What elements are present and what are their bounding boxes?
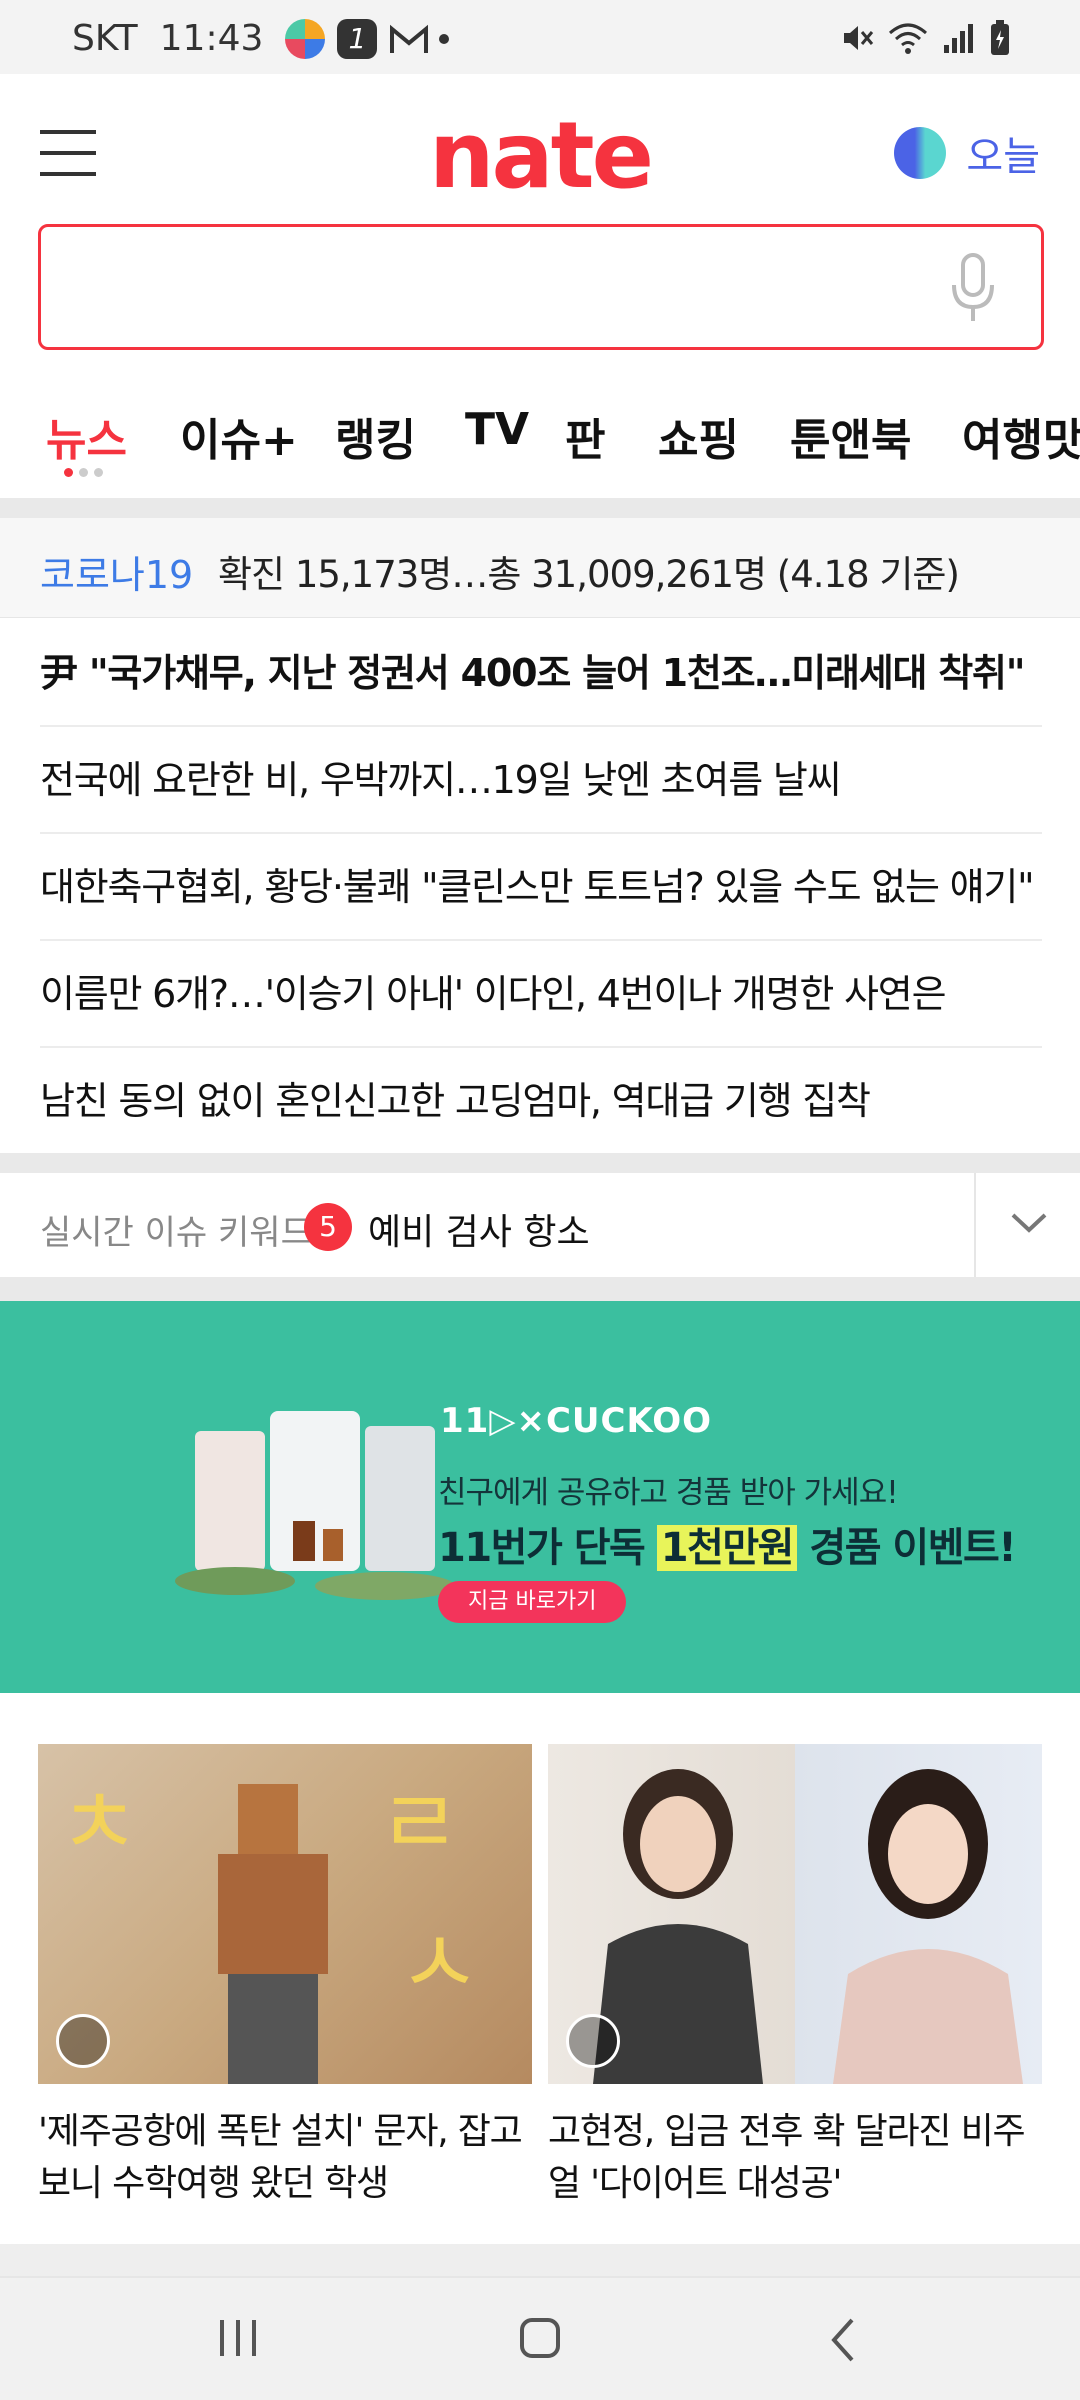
news-card[interactable]: ㅊ ㄹ ㅅ '제주공항에 폭탄 설치' 문자, 잡고보니 수학여행 왔던 학생 — [38, 1744, 532, 2210]
microphone-icon[interactable] — [949, 253, 997, 323]
tab-news[interactable]: 뉴스 — [46, 404, 127, 468]
battery-icon — [991, 20, 1009, 55]
search-box — [38, 224, 1044, 350]
tab-toon-book[interactable]: 툰앤북 — [790, 404, 911, 468]
ad-line1: 친구에게 공유하고 경품 받아 가세요! — [438, 1475, 899, 1511]
headline-item[interactable]: 尹 "국가채무, 지난 정권서 400조 늘어 1천조…미래세대 착취" — [40, 620, 1042, 727]
ad-headline: 11번가 단독 1천만원 경품 이벤트! — [438, 1525, 1017, 1571]
gallery-icon — [56, 2014, 110, 2068]
ad-brand: 11▷×CUCKOO — [440, 1401, 713, 1441]
card-thumbnail: ㅊ ㄹ ㅅ — [38, 1744, 532, 2084]
browser-app-icon — [285, 18, 326, 59]
category-tabs: 뉴스 이슈+ 랭킹 TV 판 쇼핑 툰앤북 여행맛 — [0, 390, 1080, 500]
carrier-label: SKT — [72, 18, 138, 59]
divider — [0, 2244, 1080, 2276]
divider — [0, 1153, 1080, 1173]
realtime-keyword-bar[interactable]: 실시간 이슈 키워드 5 예비 검사 항소 — [0, 1173, 1080, 1277]
keyword-rank-badge: 5 — [304, 1203, 352, 1251]
svg-text:ㄹ: ㄹ — [378, 1771, 461, 1876]
card-thumbnail — [548, 1744, 1042, 2084]
ad-highlight: 1천만원 — [656, 1525, 797, 1571]
search-input[interactable] — [65, 247, 945, 327]
spacer — [0, 1693, 1080, 1743]
covid-banner[interactable]: 코로나19 확진 15,173명…총 31,009,261명 (4.18 기준) — [0, 518, 1080, 618]
clock: 11:43 — [159, 18, 264, 59]
headline-item[interactable]: 전국에 요란한 비, 우박까지…19일 낮엔 초여름 날씨 — [40, 727, 1042, 834]
mute-icon — [844, 26, 874, 50]
wifi-icon — [889, 23, 927, 54]
chevron-down-icon — [1011, 1213, 1047, 1233]
tab-ranking[interactable]: 랭킹 — [335, 404, 416, 468]
status-bar: SKT 11:43 1 — [0, 0, 1080, 74]
back-icon[interactable] — [826, 2316, 858, 2364]
notification-one-icon: 1 — [337, 18, 378, 59]
keyword-expand-button[interactable] — [974, 1173, 1080, 1277]
keyword-text: 예비 검사 항소 — [368, 1212, 590, 1253]
tab-travel-food[interactable]: 여행맛 — [962, 404, 1080, 468]
news-card[interactable]: 고현정, 입금 전후 확 달라진 비주얼 '다이어트 대성공' — [548, 1744, 1042, 2210]
more-notifications-icon — [439, 33, 450, 44]
svg-text:ㅊ: ㅊ — [58, 1771, 141, 1876]
tab-pann[interactable]: 판 — [565, 404, 605, 468]
home-icon[interactable] — [518, 2316, 562, 2360]
svg-text:ㅅ: ㅅ — [398, 1911, 481, 2016]
play-icon[interactable] — [566, 2014, 620, 2068]
covid-label: 코로나19 — [40, 553, 194, 597]
headline-list: 尹 "국가채무, 지난 정권서 400조 늘어 1천조…미래세대 착취" 전국에… — [40, 620, 1042, 1155]
system-nav-bar — [0, 2276, 1080, 2400]
divider — [0, 1277, 1080, 1301]
today-button[interactable]: 오늘 — [894, 124, 1040, 182]
headline-item[interactable]: 대한축구협회, 황당·불쾌 "클린스만 토트넘? 있을 수도 없는 얘기" — [40, 834, 1042, 941]
headline-item[interactable]: 이름만 6개?…'이승기 아내' 이다인, 4번이나 개명한 사연은 — [40, 941, 1042, 1048]
ad-banner[interactable]: 11▷×CUCKOO 친구에게 공유하고 경품 받아 가세요! 11번가 단독 … — [0, 1301, 1080, 1693]
keyword-label: 실시간 이슈 키워드 — [40, 1213, 312, 1253]
pixelated-photo: ㅊ ㄹ ㅅ — [58, 1771, 481, 2084]
tab-tv[interactable]: TV — [465, 404, 529, 455]
divider — [0, 498, 1080, 518]
recent-apps-icon[interactable] — [216, 2316, 260, 2360]
tab-page-indicator — [64, 468, 109, 477]
tab-shopping[interactable]: 쇼핑 — [658, 404, 739, 468]
celebrity-photo — [593, 1769, 1023, 2084]
ad-cta-button[interactable]: 지금 바로가기 — [438, 1581, 627, 1623]
card-title: 고현정, 입금 전후 확 달라진 비주얼 '다이어트 대성공' — [548, 2111, 1026, 2204]
headline-item[interactable]: 남친 동의 없이 혼인신고한 고딩엄마, 역대급 기행 집착 — [40, 1048, 1042, 1155]
water-purifier-image — [175, 1411, 455, 1600]
gmail-icon — [390, 24, 429, 53]
card-title: '제주공항에 폭탄 설치' 문자, 잡고보니 수학여행 왔던 학생 — [38, 2111, 523, 2204]
tab-issue-plus[interactable]: 이슈+ — [180, 404, 298, 468]
covid-stats: 확진 15,173명…총 31,009,261명 (4.18 기준) — [218, 553, 960, 596]
signal-icon — [944, 24, 973, 53]
header: nate 오늘 — [0, 74, 1080, 224]
today-label: 오늘 — [966, 134, 1040, 180]
today-icon — [894, 127, 947, 179]
